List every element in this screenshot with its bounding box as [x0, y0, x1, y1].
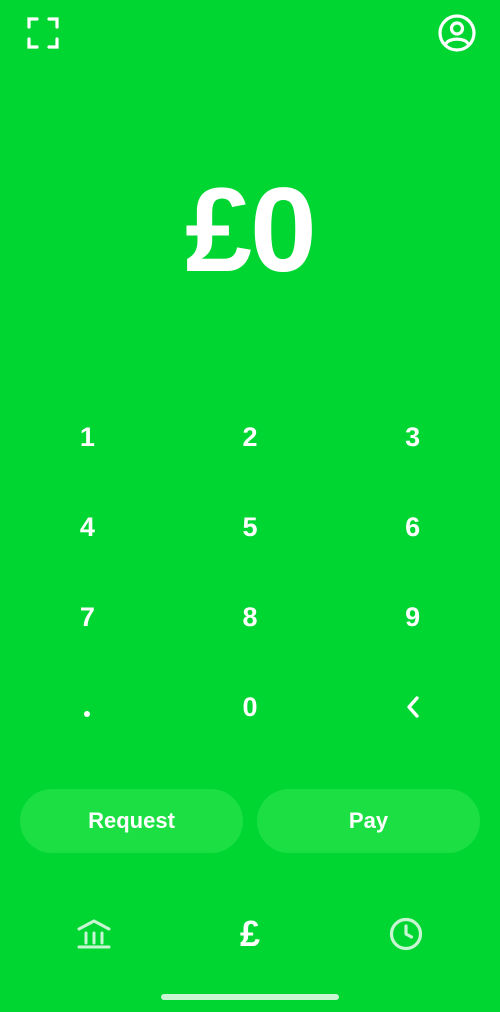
key-3[interactable]: 3	[331, 392, 494, 482]
key-7[interactable]: 7	[6, 572, 169, 662]
key-0[interactable]: 0	[169, 662, 332, 752]
scan-icon	[27, 17, 59, 49]
payment-screen: £0 1 2 3 4 5 6 7 8 9 0 Request Pay £	[0, 0, 500, 1012]
home-indicator[interactable]	[161, 994, 339, 1000]
chevron-left-icon	[406, 696, 419, 718]
key-6[interactable]: 6	[331, 482, 494, 572]
nav-payments[interactable]: £	[222, 906, 278, 962]
nav-banking[interactable]	[66, 906, 122, 962]
bank-icon	[77, 919, 111, 949]
decimal-point-icon	[84, 711, 91, 717]
profile-button[interactable]	[436, 12, 478, 54]
key-1[interactable]: 1	[6, 392, 169, 482]
profile-icon	[438, 14, 476, 52]
action-buttons: Request Pay	[20, 789, 480, 853]
key-5[interactable]: 5	[169, 482, 332, 572]
request-button[interactable]: Request	[20, 789, 243, 853]
key-4[interactable]: 4	[6, 482, 169, 572]
amount-display: £0	[185, 163, 316, 297]
clock-icon	[389, 917, 423, 951]
key-8[interactable]: 8	[169, 572, 332, 662]
scan-button[interactable]	[22, 12, 64, 54]
key-decimal[interactable]	[6, 662, 169, 752]
key-9[interactable]: 9	[331, 572, 494, 662]
nav-activity[interactable]	[378, 906, 434, 962]
keypad: 1 2 3 4 5 6 7 8 9 0	[6, 392, 494, 752]
key-2[interactable]: 2	[169, 392, 332, 482]
bottom-nav: £	[0, 906, 500, 962]
key-backspace[interactable]	[331, 662, 494, 752]
pay-button[interactable]: Pay	[257, 789, 480, 853]
